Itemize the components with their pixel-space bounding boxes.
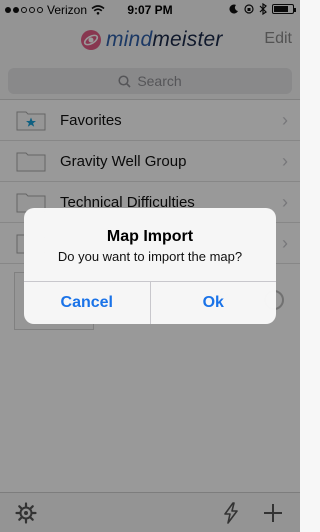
alert-message: Do you want to import the map?: [57, 249, 243, 264]
map-import-alert: Map Import Do you want to import the map…: [24, 208, 276, 324]
ok-button[interactable]: Ok: [149, 282, 277, 324]
alert-actions: Cancel Ok: [24, 281, 276, 324]
alert-title: Map Import: [106, 228, 194, 245]
cancel-button[interactable]: Cancel: [24, 282, 150, 324]
